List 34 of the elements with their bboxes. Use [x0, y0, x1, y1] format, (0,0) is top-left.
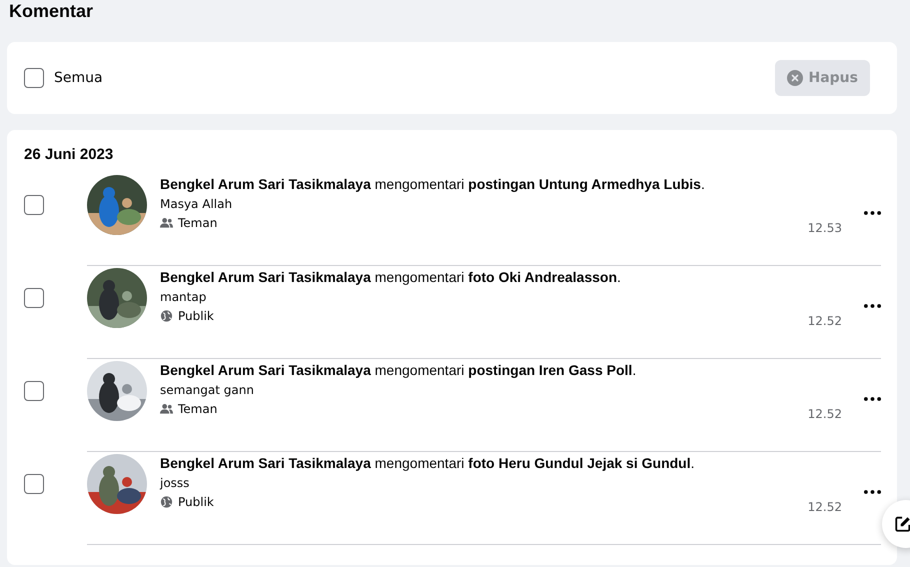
timestamp: 12.52	[808, 314, 842, 328]
timestamp: 12.52	[808, 500, 842, 514]
edit-icon	[894, 515, 910, 533]
audience-label: Publik	[178, 309, 214, 323]
audience-label: Publik	[178, 495, 214, 509]
comment-text: Masya Allah	[160, 196, 234, 213]
people-icon	[160, 403, 173, 415]
page-title: Komentar	[8, 0, 94, 23]
comment-text: semangat gann	[160, 382, 255, 399]
activity-text: Bengkel Arum Sari Tasikmalaya mengomentari foto Heru Gundul Jejak si Gundul.	[160, 454, 696, 472]
timestamp: 12.53	[808, 221, 842, 235]
globe-icon	[160, 310, 173, 322]
row-checkbox[interactable]	[24, 381, 44, 401]
more-options-icon[interactable]	[864, 211, 881, 215]
more-options-icon[interactable]	[864, 304, 881, 308]
date-heading: 26 Juni 2023	[24, 146, 114, 163]
activity-text: Bengkel Arum Sari Tasikmalaya mengomentari postingan Untung Armedhya Lubis.	[160, 175, 706, 193]
close-icon	[786, 70, 802, 86]
row-checkbox[interactable]	[24, 195, 44, 215]
audience-label: Teman	[178, 216, 218, 230]
globe-icon	[160, 496, 173, 508]
comment-text: josss	[160, 475, 190, 492]
more-options-icon[interactable]	[864, 490, 881, 494]
row-checkbox[interactable]	[24, 288, 44, 308]
comment-text: mantap	[160, 289, 208, 306]
activity-text: Bengkel Arum Sari Tasikmalaya mengomentari postingan Iren Gass Poll.	[160, 361, 638, 379]
row-checkbox[interactable]	[24, 474, 44, 494]
more-options-icon[interactable]	[864, 397, 881, 401]
audience-label: Teman	[178, 402, 218, 416]
select-all-checkbox[interactable]	[24, 68, 44, 88]
activity-text: Bengkel Arum Sari Tasikmalaya mengomentari foto Oki Andrealasson.	[160, 268, 622, 286]
select-all-label: Semua	[54, 70, 103, 86]
people-icon	[160, 217, 173, 229]
timestamp: 12.52	[808, 407, 842, 421]
